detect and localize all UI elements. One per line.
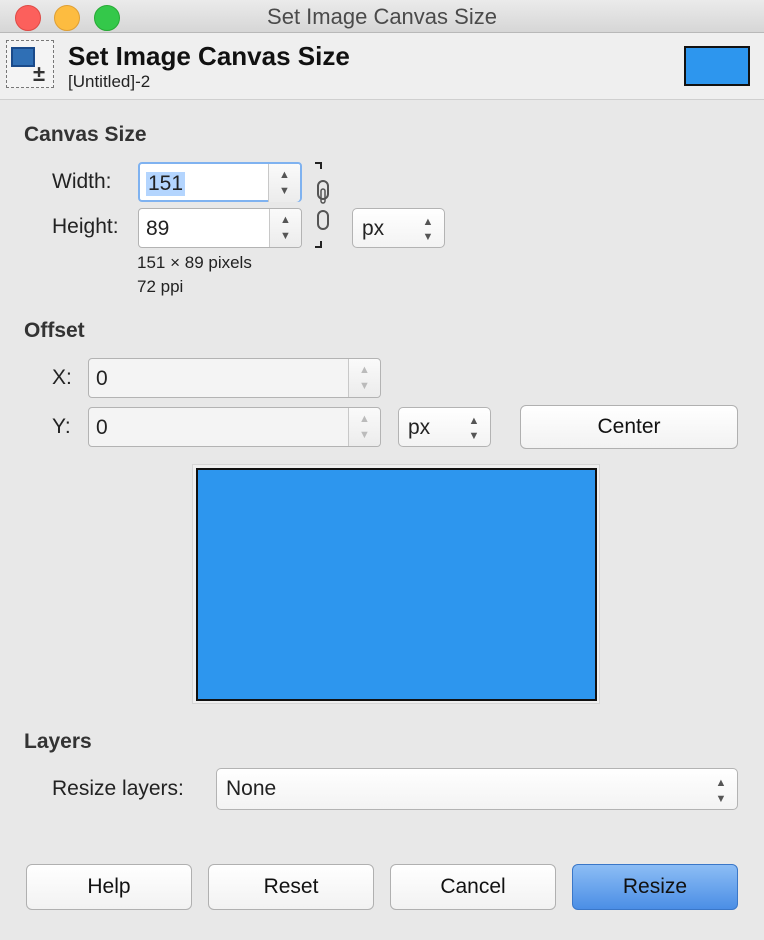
arrow-down-icon: ▼	[715, 793, 727, 805]
offset-x-value[interactable]: 0	[96, 367, 108, 391]
arrow-up-icon[interactable]: ▲	[269, 169, 300, 181]
canvas-preview[interactable]	[196, 468, 597, 701]
dialog-title: Set Image Canvas Size	[68, 41, 350, 71]
arrow-down-icon[interactable]: ▼	[269, 185, 300, 197]
offset-y-spinbox[interactable]: 0 ▲ ▼	[88, 407, 381, 447]
offset-x-stepper[interactable]: ▲ ▼	[348, 359, 380, 397]
help-button[interactable]: Help	[26, 864, 192, 910]
chain-link-icon[interactable]	[313, 161, 333, 249]
reset-button[interactable]: Reset	[208, 864, 374, 910]
offset-y-stepper[interactable]: ▲ ▼	[348, 408, 380, 446]
resize-layers-label: Resize layers:	[52, 777, 184, 800]
arrow-down-icon: ▼	[422, 231, 434, 243]
canvas-unit-select[interactable]: px ▲ ▼	[352, 208, 445, 248]
layers-heading: Layers	[24, 730, 92, 753]
width-label: Width:	[52, 170, 112, 193]
arrow-up-icon: ▲	[715, 777, 727, 789]
width-value[interactable]: 151	[146, 172, 186, 196]
offset-heading: Offset	[24, 319, 85, 342]
arrow-up-icon: ▲	[468, 415, 480, 427]
offset-unit-select[interactable]: px ▲ ▼	[398, 407, 491, 447]
resize-layers-select[interactable]: None ▲ ▼	[216, 768, 738, 810]
arrow-up-icon[interactable]: ▲	[270, 214, 301, 226]
height-label: Height:	[52, 215, 119, 238]
arrow-down-icon[interactable]: ▼	[270, 230, 301, 242]
height-value[interactable]: 89	[146, 217, 169, 241]
window-titlebar: Set Image Canvas Size	[0, 0, 764, 33]
cancel-button[interactable]: Cancel	[390, 864, 556, 910]
canvas-unit-value: px	[362, 217, 385, 240]
height-stepper[interactable]: ▲ ▼	[269, 209, 301, 247]
offset-x-spinbox[interactable]: 0 ▲ ▼	[88, 358, 381, 398]
offset-y-value[interactable]: 0	[96, 416, 108, 440]
arrow-up-icon[interactable]: ▲	[349, 413, 380, 425]
center-button[interactable]: Center	[520, 405, 738, 449]
y-label: Y:	[52, 415, 71, 438]
arrow-up-icon[interactable]: ▲	[349, 364, 380, 376]
image-preview-swatch	[684, 46, 750, 86]
pixel-dimensions-info: 151 × 89 pixels	[137, 253, 252, 272]
arrow-down-icon: ▼	[468, 430, 480, 442]
canvas-size-icon: ±	[6, 40, 54, 88]
height-spinbox[interactable]: 89 ▲ ▼	[138, 208, 302, 248]
dialog-header: ± Set Image Canvas Size [Untitled]-2	[0, 33, 764, 100]
resize-layers-value: None	[226, 777, 277, 800]
width-stepper[interactable]: ▲ ▼	[268, 164, 300, 202]
resolution-info: 72 ppi	[137, 277, 184, 296]
arrow-up-icon: ▲	[422, 216, 434, 228]
image-name: [Untitled]-2	[68, 72, 151, 91]
window-title: Set Image Canvas Size	[267, 4, 497, 29]
width-spinbox[interactable]: 151 ▲ ▼	[138, 162, 302, 202]
offset-unit-value: px	[408, 416, 431, 439]
canvas-size-heading: Canvas Size	[24, 123, 147, 146]
arrow-down-icon[interactable]: ▼	[349, 380, 380, 392]
resize-button[interactable]: Resize	[572, 864, 738, 910]
arrow-down-icon[interactable]: ▼	[349, 429, 380, 441]
x-label: X:	[52, 366, 72, 389]
